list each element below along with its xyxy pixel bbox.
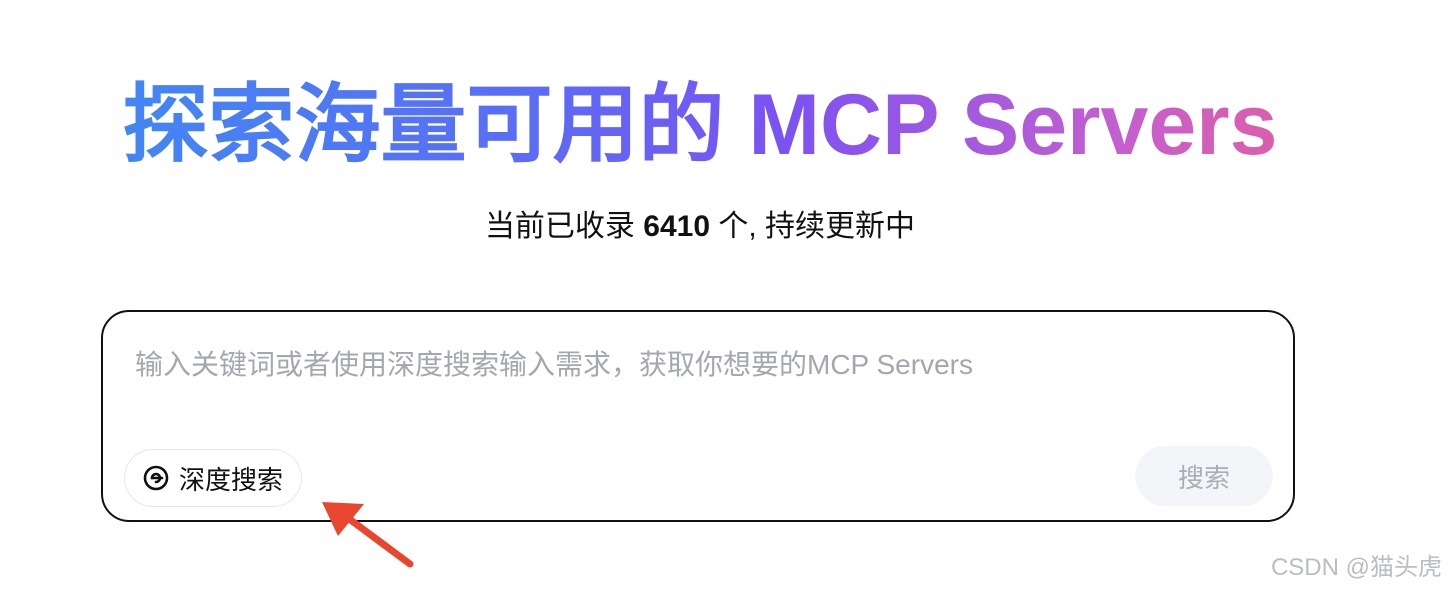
hero-title: 探索海量可用的 MCP Servers <box>0 70 1400 180</box>
annotation-arrow <box>322 502 414 568</box>
count-suffix: 个, 持续更新中 <box>710 210 916 243</box>
deep-search-label: 深度搜索 <box>179 464 284 495</box>
search-box: 深度搜索 搜索 <box>101 310 1295 522</box>
deep-search-button[interactable]: 深度搜索 <box>124 449 303 507</box>
page: 探索海量可用的 MCP Servers 当前已收录 6410 个, 持续更新中 … <box>0 0 1448 592</box>
count-prefix: 当前已收录 <box>484 210 644 243</box>
search-input[interactable] <box>135 340 1255 390</box>
server-count: 6410 <box>643 210 711 243</box>
collection-count-text: 当前已收录 6410 个, 持续更新中 <box>0 205 1400 249</box>
search-submit-button[interactable]: 搜索 <box>1135 446 1273 506</box>
watermark: CSDN @猫头虎 <box>1270 554 1442 581</box>
deep-search-icon <box>141 463 171 493</box>
